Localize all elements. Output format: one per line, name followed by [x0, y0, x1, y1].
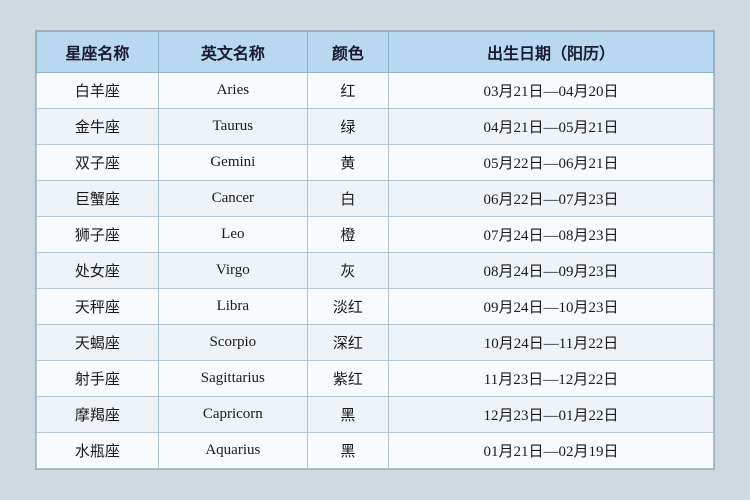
table-header-row: 星座名称 英文名称 颜色 出生日期（阳历） [37, 32, 714, 73]
table-row: 巨蟹座Cancer白06月22日—07月23日 [37, 181, 714, 217]
table-row: 白羊座Aries红03月21日—04月20日 [37, 73, 714, 109]
table-row: 射手座Sagittarius紫红11月23日—12月22日 [37, 361, 714, 397]
cell-chinese-name: 天蝎座 [37, 325, 159, 361]
cell-chinese-name: 摩羯座 [37, 397, 159, 433]
cell-dates: 07月24日—08月23日 [389, 217, 714, 253]
cell-dates: 05月22日—06月21日 [389, 145, 714, 181]
table-body: 白羊座Aries红03月21日—04月20日金牛座Taurus绿04月21日—0… [37, 73, 714, 469]
table-row: 摩羯座Capricorn黑12月23日—01月22日 [37, 397, 714, 433]
cell-english-name: Taurus [158, 109, 307, 145]
cell-color: 绿 [307, 109, 388, 145]
zodiac-table: 星座名称 英文名称 颜色 出生日期（阳历） 白羊座Aries红03月21日—04… [36, 31, 714, 469]
zodiac-table-container: 星座名称 英文名称 颜色 出生日期（阳历） 白羊座Aries红03月21日—04… [35, 30, 715, 470]
table-row: 水瓶座Aquarius黑01月21日—02月19日 [37, 433, 714, 469]
cell-chinese-name: 天秤座 [37, 289, 159, 325]
cell-chinese-name: 射手座 [37, 361, 159, 397]
cell-chinese-name: 双子座 [37, 145, 159, 181]
cell-color: 红 [307, 73, 388, 109]
cell-color: 淡红 [307, 289, 388, 325]
header-color: 颜色 [307, 32, 388, 73]
cell-dates: 08月24日—09月23日 [389, 253, 714, 289]
cell-color: 橙 [307, 217, 388, 253]
cell-color: 黑 [307, 433, 388, 469]
cell-dates: 04月21日—05月21日 [389, 109, 714, 145]
cell-english-name: Aries [158, 73, 307, 109]
cell-chinese-name: 巨蟹座 [37, 181, 159, 217]
cell-english-name: Leo [158, 217, 307, 253]
cell-english-name: Virgo [158, 253, 307, 289]
cell-chinese-name: 水瓶座 [37, 433, 159, 469]
table-row: 狮子座Leo橙07月24日—08月23日 [37, 217, 714, 253]
cell-dates: 09月24日—10月23日 [389, 289, 714, 325]
table-row: 天秤座Libra淡红09月24日—10月23日 [37, 289, 714, 325]
header-dates: 出生日期（阳历） [389, 32, 714, 73]
cell-color: 紫红 [307, 361, 388, 397]
cell-english-name: Scorpio [158, 325, 307, 361]
cell-english-name: Cancer [158, 181, 307, 217]
cell-chinese-name: 白羊座 [37, 73, 159, 109]
table-row: 金牛座Taurus绿04月21日—05月21日 [37, 109, 714, 145]
cell-chinese-name: 狮子座 [37, 217, 159, 253]
cell-color: 灰 [307, 253, 388, 289]
cell-dates: 10月24日—11月22日 [389, 325, 714, 361]
cell-chinese-name: 处女座 [37, 253, 159, 289]
cell-color: 黑 [307, 397, 388, 433]
cell-dates: 11月23日—12月22日 [389, 361, 714, 397]
table-row: 处女座Virgo灰08月24日—09月23日 [37, 253, 714, 289]
cell-english-name: Aquarius [158, 433, 307, 469]
cell-english-name: Sagittarius [158, 361, 307, 397]
cell-english-name: Gemini [158, 145, 307, 181]
header-english-name: 英文名称 [158, 32, 307, 73]
cell-color: 黄 [307, 145, 388, 181]
header-chinese-name: 星座名称 [37, 32, 159, 73]
cell-color: 白 [307, 181, 388, 217]
table-row: 天蝎座Scorpio深红10月24日—11月22日 [37, 325, 714, 361]
table-row: 双子座Gemini黄05月22日—06月21日 [37, 145, 714, 181]
cell-chinese-name: 金牛座 [37, 109, 159, 145]
cell-english-name: Capricorn [158, 397, 307, 433]
cell-dates: 06月22日—07月23日 [389, 181, 714, 217]
cell-dates: 12月23日—01月22日 [389, 397, 714, 433]
cell-english-name: Libra [158, 289, 307, 325]
cell-color: 深红 [307, 325, 388, 361]
cell-dates: 01月21日—02月19日 [389, 433, 714, 469]
cell-dates: 03月21日—04月20日 [389, 73, 714, 109]
